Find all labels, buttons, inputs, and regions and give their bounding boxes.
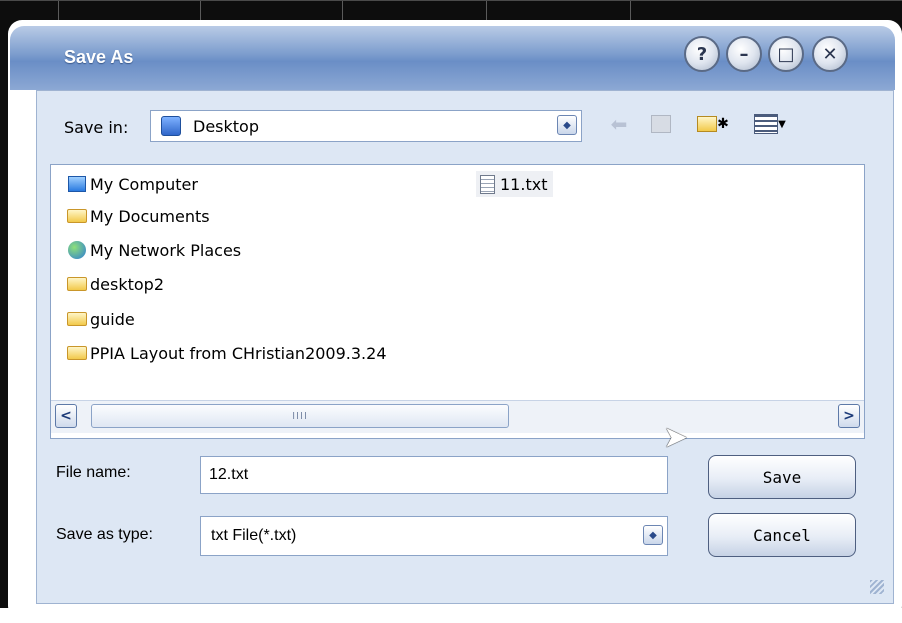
- list-item-label: My Network Places: [90, 240, 242, 260]
- grid-line: [0, 0, 902, 1]
- scroll-left-button[interactable]: <: [55, 404, 77, 428]
- text-file-icon: [476, 174, 498, 194]
- save-button[interactable]: Save: [708, 455, 856, 499]
- list-item-label: 11.txt: [500, 174, 548, 194]
- chevron-left-icon: <: [60, 408, 72, 424]
- up-folder-icon[interactable]: [648, 112, 674, 136]
- folder-icon: [66, 343, 88, 363]
- scroll-thumb[interactable]: IIII: [91, 404, 509, 428]
- horizontal-scrollbar[interactable]: < IIII >: [51, 400, 864, 433]
- minimize-icon: –: [739, 43, 749, 65]
- chevron-down-icon[interactable]: ◆: [643, 525, 663, 545]
- save-in-dropdown[interactable]: Desktop ◆: [150, 110, 582, 142]
- title-bar[interactable]: [10, 26, 895, 90]
- view-menu-icon[interactable]: ▼: [750, 112, 790, 136]
- dialog-title: Save As: [64, 47, 134, 67]
- my-documents-icon: [66, 206, 88, 226]
- minimize-button[interactable]: –: [726, 36, 762, 72]
- new-folder-icon[interactable]: ✱: [696, 112, 730, 136]
- save-in-value: Desktop: [193, 117, 259, 136]
- list-item-label: My Documents: [90, 206, 210, 226]
- folder-icon: [66, 274, 88, 294]
- desktop-icon: [161, 116, 181, 136]
- save-as-type-value: txt File(*.txt): [211, 527, 297, 544]
- save-as-type-label: Save as type:: [56, 526, 153, 543]
- chevron-down-icon[interactable]: ◆: [557, 115, 577, 135]
- resize-grip[interactable]: [870, 580, 884, 594]
- help-button[interactable]: ?: [684, 36, 720, 72]
- list-item-desktop2[interactable]: desktop2: [66, 271, 164, 297]
- list-item-label: guide: [90, 309, 135, 329]
- scroll-right-button[interactable]: >: [838, 404, 860, 428]
- save-as-type-dropdown[interactable]: txt File(*.txt) ◆: [200, 516, 668, 556]
- file-name-input[interactable]: 12.txt: [200, 456, 668, 494]
- mouse-cursor-icon: ➤: [663, 420, 689, 455]
- list-item-guide[interactable]: guide: [66, 306, 135, 332]
- back-arrow-icon[interactable]: ⬅: [608, 112, 630, 136]
- list-item-my-documents[interactable]: My Documents: [66, 203, 210, 229]
- close-icon: ✕: [822, 43, 838, 65]
- list-item-my-computer[interactable]: My Computer: [66, 171, 198, 197]
- close-button[interactable]: ✕: [812, 36, 848, 72]
- network-places-icon: [66, 240, 88, 260]
- list-item-my-network-places[interactable]: My Network Places: [66, 237, 241, 263]
- my-computer-icon: [66, 174, 88, 194]
- list-item-label: desktop2: [90, 274, 164, 294]
- folder-icon: [66, 309, 88, 329]
- chevron-right-icon: >: [843, 408, 855, 424]
- maximize-button[interactable]: □: [768, 36, 804, 72]
- list-item-label: PPIA Layout from CHristian2009.3.24: [90, 343, 387, 363]
- maximize-icon: □: [777, 43, 795, 65]
- scroll-grip: IIII: [292, 410, 308, 422]
- save-in-label: Save in:: [64, 118, 129, 137]
- help-icon: ?: [696, 43, 708, 65]
- list-item-label: My Computer: [90, 174, 198, 194]
- file-name-label: File name:: [56, 464, 131, 481]
- cancel-button[interactable]: Cancel: [708, 513, 856, 557]
- list-item-ppia-layout[interactable]: PPIA Layout from CHristian2009.3.24: [66, 340, 387, 366]
- list-item-11-txt[interactable]: 11.txt: [476, 171, 554, 197]
